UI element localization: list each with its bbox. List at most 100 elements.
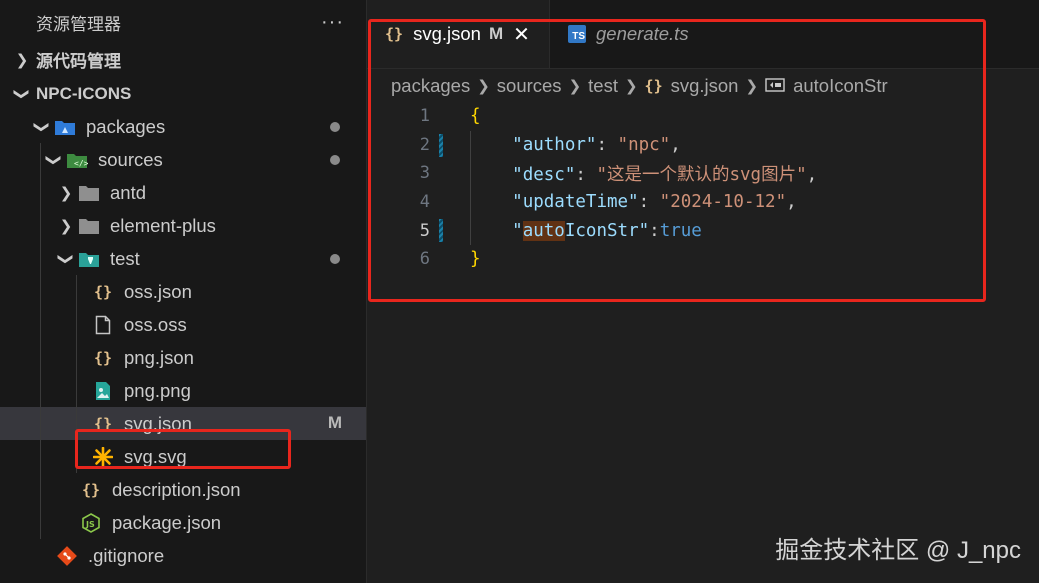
json-icon: {} — [385, 25, 404, 43]
tree-item-label: test — [110, 247, 140, 269]
json-icon: {} — [81, 480, 101, 499]
modified-line-marker — [439, 219, 443, 243]
explorer-sidebar: 资源管理器 ··· ❯ 源代码管理 ❯ NPC-ICONS ❯ packages… — [0, 0, 367, 583]
project-section[interactable]: ❯ NPC-ICONS — [0, 77, 366, 110]
json-key: "updateTime" — [512, 192, 639, 213]
tree-item-label: png.json — [124, 346, 194, 368]
tree-item-label: package.json — [112, 511, 222, 533]
modified-line-marker — [439, 133, 443, 157]
json-icon: {} — [93, 282, 113, 301]
source-control-label: 源代码管理 — [36, 52, 121, 71]
indent-guide — [40, 506, 41, 539]
indent-guide — [40, 440, 41, 473]
tree-item-oss-oss[interactable]: oss.oss — [0, 308, 366, 341]
tree-item-gitignore[interactable]: .gitignore — [0, 539, 366, 572]
explorer-title: 资源管理器 — [36, 14, 121, 34]
more-actions-icon[interactable]: ··· — [321, 11, 344, 34]
code-line: 4 "updateTime": "2024-10-12", — [367, 188, 1039, 217]
code-line: 2 "author": "npc", — [367, 131, 1039, 160]
folder-test-icon — [78, 248, 100, 270]
tab-generate-ts[interactable]: TS generate.ts — [549, 0, 733, 68]
tree-item-sources[interactable]: ❯ </> sources — [0, 143, 366, 176]
source-control-section[interactable]: ❯ 源代码管理 — [0, 43, 366, 76]
tree-item-label: .gitignore — [88, 544, 165, 566]
indent-guide — [76, 374, 77, 407]
svg-text:JS: JS — [85, 520, 95, 529]
tree-item-label: svg.svg — [124, 445, 187, 467]
chevron-right-icon: ❯ — [59, 184, 73, 202]
tree-item-test[interactable]: ❯ test — [0, 242, 366, 275]
breadcrumb-item[interactable]: sources — [497, 75, 562, 97]
nodejs-icon: JS — [80, 512, 102, 534]
search-highlight: auto — [522, 220, 565, 241]
line-number: 2 — [419, 134, 430, 155]
indent-guide — [40, 242, 41, 275]
json-boolean: true — [659, 220, 702, 241]
indent-guide — [76, 275, 77, 308]
file-tree: ❯ packages ❯ </> sources ❯ antd ❯ elemen… — [0, 110, 366, 572]
tree-item-label: sources — [98, 148, 163, 170]
json-icon: {} — [93, 414, 113, 433]
close-icon[interactable]: ✕ — [513, 22, 530, 47]
code-line: 6 } — [367, 245, 1039, 274]
json-icon: {} — [644, 77, 663, 95]
tree-item-label: oss.json — [124, 280, 192, 302]
json-key: IconStr" — [564, 220, 650, 241]
tree-item-label: svg.json — [124, 412, 192, 434]
chevron-right-icon: ❯ — [624, 78, 638, 95]
breadcrumb-item[interactable]: autoIconStr — [793, 75, 888, 97]
chevron-down-icon: ❯ — [13, 87, 30, 100]
tree-item-svg-svg[interactable]: svg.svg — [0, 440, 366, 473]
tree-item-package-json[interactable]: JS package.json — [0, 506, 366, 539]
chevron-down-icon: ❯ — [45, 153, 62, 166]
breadcrumb-item[interactable]: svg.json — [671, 75, 739, 97]
breadcrumb-item[interactable]: test — [588, 75, 618, 97]
indent-guide — [76, 407, 77, 440]
tree-item-antd[interactable]: ❯ antd — [0, 176, 366, 209]
json-string: "npc" — [617, 134, 671, 155]
json-key-quote: " — [512, 220, 523, 241]
chevron-down-icon: ❯ — [57, 252, 74, 265]
indent-guide — [40, 143, 41, 176]
indent-guide — [40, 473, 41, 506]
tree-item-png-png[interactable]: png.png — [0, 374, 366, 407]
modified-dot — [330, 155, 340, 165]
indent-guide — [40, 275, 41, 308]
tree-item-svg-json[interactable]: {} svg.json M — [0, 407, 366, 440]
tree-item-label: element-plus — [110, 214, 216, 236]
explorer-header: 资源管理器 ··· — [0, 0, 366, 44]
tree-item-packages[interactable]: ❯ packages — [0, 110, 366, 143]
watermark: 掘金技术社区 @ J_npc — [775, 537, 1021, 564]
tree-item-png-json[interactable]: {} png.json — [0, 341, 366, 374]
indent-guide — [40, 407, 41, 440]
code-editor[interactable]: 1 { 2 "author": "npc", 3 "desc": "这是一个默认… — [367, 102, 1039, 274]
code-line: 5 "autoIconStr":true — [367, 216, 1039, 245]
json-string: "这是一个默认的svg图片" — [596, 164, 807, 185]
svg-text:</>: </> — [74, 159, 88, 168]
line-number: 5 — [419, 220, 430, 241]
json-key: "author" — [512, 134, 597, 155]
breadcrumb-item[interactable]: packages — [391, 75, 470, 97]
tab-svg-json[interactable]: {} svg.json M ✕ — [367, 0, 549, 68]
line-number: 3 — [419, 163, 430, 184]
folder-icon — [78, 215, 100, 237]
modified-badge: M — [327, 413, 342, 432]
indent-guide — [40, 374, 41, 407]
indent-guide — [76, 341, 77, 374]
tree-item-description-json[interactable]: {} description.json — [0, 473, 366, 506]
chevron-right-icon: ❯ — [568, 78, 582, 95]
chevron-right-icon: ❯ — [59, 217, 73, 235]
image-icon — [92, 380, 114, 402]
tree-item-element-plus[interactable]: ❯ element-plus — [0, 209, 366, 242]
tab-modified-badge: M — [488, 24, 504, 43]
code-line: 3 "desc": "这是一个默认的svg图片", — [367, 159, 1039, 188]
tab-bar: {} svg.json M ✕ TS generate.ts — [367, 0, 1039, 69]
chevron-right-icon: ❯ — [15, 51, 29, 69]
tree-item-oss-json[interactable]: {} oss.json — [0, 275, 366, 308]
chevron-right-icon: ❯ — [477, 78, 490, 95]
indent-guide — [40, 308, 41, 341]
tree-item-label: oss.oss — [124, 313, 187, 335]
tab-label: svg.json — [413, 23, 481, 44]
json-string: "2024-10-12" — [659, 192, 787, 213]
line-number: 6 — [419, 249, 430, 270]
